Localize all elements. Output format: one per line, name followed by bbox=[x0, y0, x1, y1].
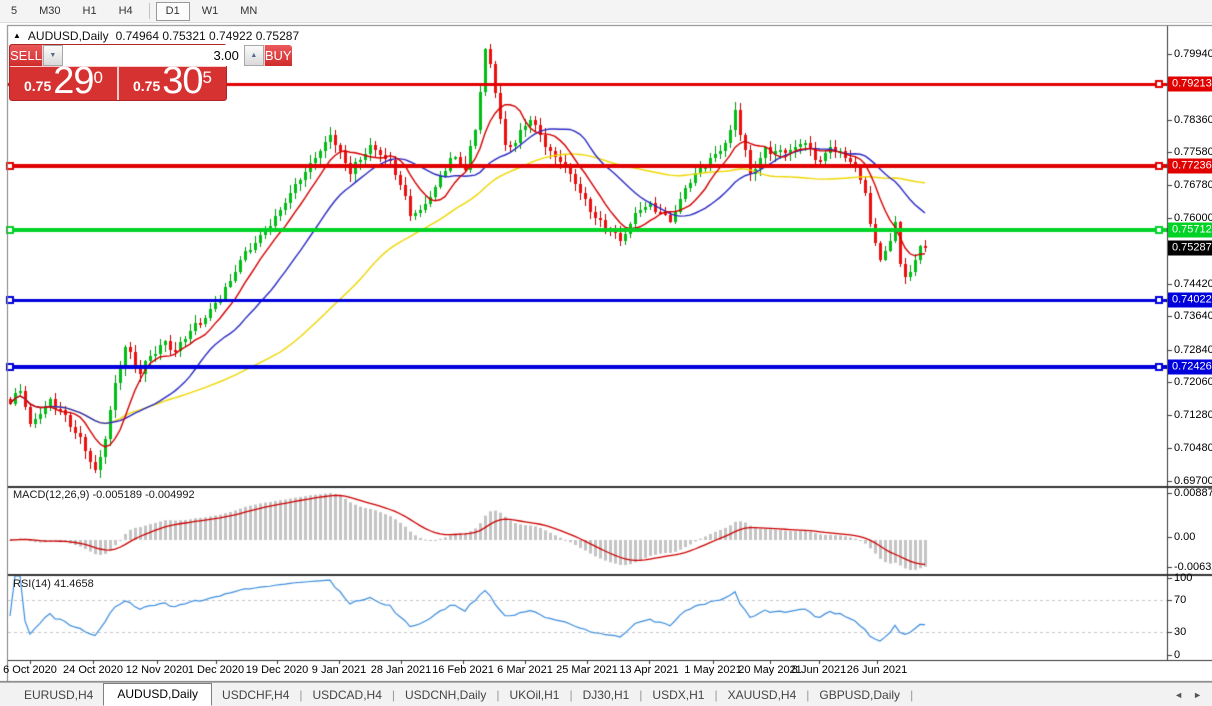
price-tick-label: 0.72840 bbox=[1174, 343, 1212, 356]
date-tick-label: 8 Jun 2021 bbox=[791, 664, 847, 676]
date-tick-label: 24 Oct 2020 bbox=[63, 664, 123, 676]
timeframe-button-mn[interactable]: MN bbox=[230, 2, 267, 21]
tab-usdcnh-daily[interactable]: USDCNH,Daily bbox=[395, 685, 496, 706]
sell-button[interactable]: SELL bbox=[10, 45, 43, 67]
price-tick-label: 0.69700 bbox=[1174, 474, 1212, 487]
price-tick-label: 0.79940 bbox=[1174, 47, 1212, 60]
timeframe-button-h1[interactable]: H1 bbox=[73, 2, 107, 21]
tab-gbpusd-daily[interactable]: GBPUSD,Daily bbox=[809, 685, 910, 706]
timeframe-button-h4[interactable]: H4 bbox=[109, 2, 143, 21]
date-tick-label: 1 May 2021 bbox=[684, 664, 742, 676]
buy-price[interactable]: 0.75 30 5 bbox=[119, 60, 226, 103]
price-tick-label: 0.72060 bbox=[1174, 376, 1212, 389]
macd-tick-label: 0.00 bbox=[1174, 531, 1196, 543]
tab-usdcad-h4[interactable]: USDCAD,H4 bbox=[303, 685, 392, 706]
timeframe-button-5[interactable]: 5 bbox=[1, 2, 27, 21]
buy-button[interactable]: BUY bbox=[263, 45, 292, 67]
sell-price-sup: 0 bbox=[93, 68, 103, 88]
volume-increase-button[interactable]: ▲ bbox=[243, 45, 264, 67]
price-level-badge: 0.75712 bbox=[1168, 222, 1212, 238]
sell-price-big: 29 bbox=[53, 60, 94, 103]
price-tick-label: 0.71280 bbox=[1174, 408, 1212, 421]
tab-scroll-arrows: ◄ ► bbox=[1174, 691, 1212, 706]
date-tick-label: 26 Jun 2021 bbox=[846, 664, 908, 676]
price-tick-label: 0.74420 bbox=[1174, 277, 1212, 290]
price-tick-label: 0.73640 bbox=[1174, 310, 1212, 323]
buy-price-sup: 5 bbox=[202, 68, 212, 88]
current-price-badge: 0.75287 bbox=[1168, 240, 1212, 256]
buy-price-base: 0.75 bbox=[133, 78, 161, 95]
tab-ukoil-h1[interactable]: UKOil,H1 bbox=[499, 685, 569, 706]
date-tick-label: 9 Jan 2021 bbox=[311, 664, 367, 676]
date-tick-label: 6 Mar 2021 bbox=[497, 664, 553, 676]
price-tick-label: 0.70480 bbox=[1174, 442, 1212, 455]
rsi-tick-label: 100 bbox=[1174, 572, 1193, 584]
rsi-indicator-label: RSI(14) 41.4658 bbox=[13, 578, 94, 590]
price-tick-label: 0.77580 bbox=[1174, 146, 1212, 159]
rsi-tick-label: 0 bbox=[1174, 649, 1181, 661]
date-tick-label: 6 Oct 2020 bbox=[3, 664, 57, 676]
tab-scroll-left-icon[interactable]: ◄ bbox=[1174, 691, 1183, 700]
tab-usdchf-h4[interactable]: USDCHF,H4 bbox=[212, 685, 299, 706]
timeframe-button-d1[interactable]: D1 bbox=[155, 1, 190, 21]
tab-separator: | bbox=[910, 688, 914, 702]
chart-ohlc-values: 0.74964 0.75321 0.74922 0.75287 bbox=[115, 29, 300, 43]
sell-price-base: 0.75 bbox=[24, 78, 52, 95]
price-level-badge: 0.77236 bbox=[1168, 158, 1212, 174]
timeframe-button-m30[interactable]: M30 bbox=[29, 2, 70, 21]
date-tick-label: 13 Apr 2021 bbox=[619, 664, 679, 676]
date-tick-label: 19 Dec 2020 bbox=[245, 664, 309, 676]
macd-tick-label: 0.008871 bbox=[1174, 487, 1212, 499]
date-tick-label: 1 Dec 2020 bbox=[187, 664, 245, 676]
one-click-trading-panel: SELL ▼ ▲ BUY 0.75 29 0 0.75 30 5 bbox=[9, 44, 292, 103]
date-tick-label: 25 Mar 2021 bbox=[556, 664, 618, 676]
date-tick-label: 16 Feb 2021 bbox=[432, 664, 494, 676]
price-level-badge: 0.79213 bbox=[1168, 76, 1212, 92]
tab-eurusd-h4[interactable]: EURUSD,H4 bbox=[14, 685, 103, 706]
rsi-tick-label: 30 bbox=[1174, 626, 1187, 638]
chart-title: ▲ AUDUSD,Daily 0.74964 0.75321 0.74922 0… bbox=[13, 29, 299, 43]
sell-price[interactable]: 0.75 29 0 bbox=[10, 60, 119, 103]
buy-price-big: 30 bbox=[162, 60, 203, 103]
tab-scroll-right-icon[interactable]: ► bbox=[1193, 691, 1202, 700]
tab-usdx-h1[interactable]: USDX,H1 bbox=[642, 685, 714, 706]
trade-panel-prices: 0.75 29 0 0.75 30 5 bbox=[10, 60, 226, 103]
collapse-panel-icon[interactable]: ▲ bbox=[13, 32, 21, 40]
chart-canvas[interactable] bbox=[0, 0, 1212, 682]
timeframe-button-w1[interactable]: W1 bbox=[192, 2, 229, 21]
price-level-badge: 0.74022 bbox=[1168, 292, 1212, 308]
price-tick-label: 0.76780 bbox=[1174, 179, 1212, 192]
macd-indicator-label: MACD(12,26,9) -0.005189 -0.004992 bbox=[13, 489, 195, 501]
tab-dj30-h1[interactable]: DJ30,H1 bbox=[573, 685, 640, 706]
date-tick-label: 28 Jan 2021 bbox=[370, 664, 432, 676]
symbol-tab-bar: EURUSD,H4 AUDUSD,Daily USDCHF,H4 | USDCAD,H4… bbox=[0, 682, 1212, 706]
tab-xauusd-h4[interactable]: XAUUSD,H4 bbox=[718, 685, 807, 706]
date-tick-label: 12 Nov 2020 bbox=[125, 664, 189, 676]
chart-symbol-label: AUDUSD,Daily bbox=[27, 29, 109, 43]
price-level-badge: 0.72426 bbox=[1168, 359, 1212, 375]
rsi-tick-label: 70 bbox=[1174, 594, 1187, 606]
toolbar-separator bbox=[148, 3, 150, 19]
price-tick-label: 0.78360 bbox=[1174, 113, 1212, 126]
tab-audusd-daily[interactable]: AUDUSD,Daily bbox=[103, 683, 213, 706]
timeframe-toolbar: 5 M30 H1 H4 D1 W1 MN bbox=[0, 0, 1212, 23]
